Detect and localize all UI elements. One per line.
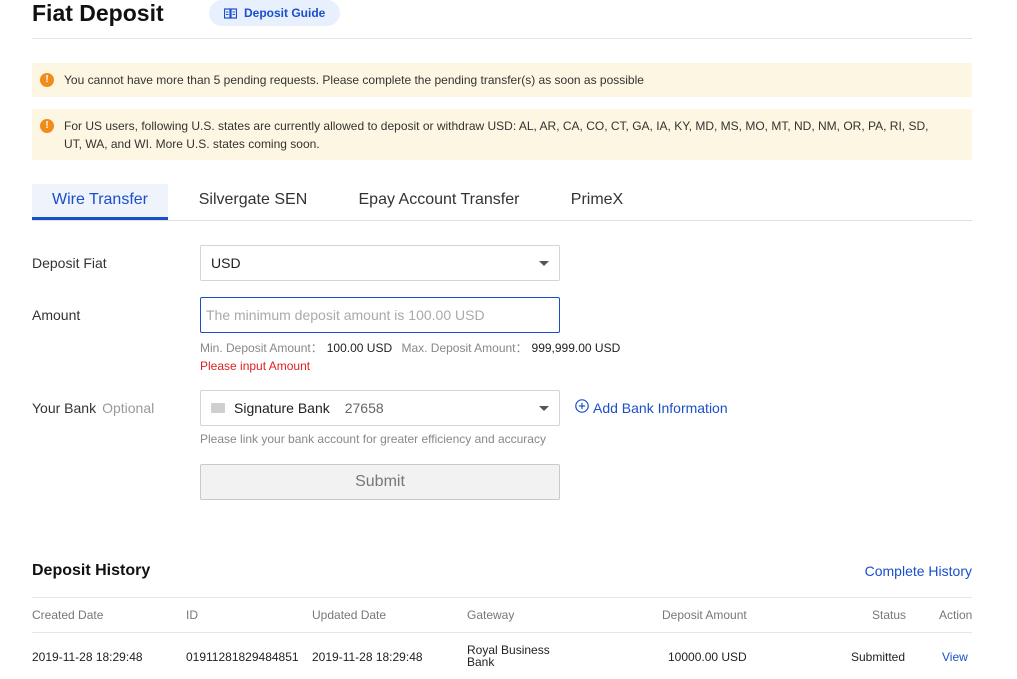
view-link[interactable]: View xyxy=(942,650,968,664)
updated-date-cell: 2019-11-28 18:29:48 xyxy=(312,650,423,664)
amount-limits: Min. Deposit Amount： 100.00 USD Max. Depo… xyxy=(200,339,626,356)
amount-field[interactable] xyxy=(200,297,560,333)
bank-account-number: 27658 xyxy=(344,400,384,416)
amount-label: Amount xyxy=(32,307,81,323)
amount-cell: 10000.00 USD xyxy=(668,650,747,664)
page-header: Fiat Deposit Deposit Guide xyxy=(32,0,972,39)
tab-epay-account-transfer[interactable]: Epay Account Transfer xyxy=(342,184,536,220)
status-cell: Submitted xyxy=(851,650,906,664)
pending-limit-alert: ! You cannot have more than 5 pending re… xyxy=(32,63,972,97)
min-amount-label: Min. Deposit Amount： xyxy=(200,341,323,355)
warning-icon: ! xyxy=(40,119,54,133)
us-states-alert: ! For US users, following U.S. states ar… xyxy=(32,109,972,160)
alert-text: You cannot have more than 5 pending requ… xyxy=(64,73,644,87)
optional-label: Optional xyxy=(102,400,155,416)
gateway-cell: Royal Business Bank xyxy=(467,643,550,669)
add-bank-information-link[interactable]: Add Bank Information xyxy=(575,399,728,416)
deposit-history-title: Deposit History xyxy=(32,562,151,579)
column-gateway: Gateway xyxy=(467,608,515,622)
chevron-down-icon xyxy=(539,261,549,266)
history-table-header: Created Date ID Updated Date Gateway Dep… xyxy=(32,597,972,633)
amount-error: Please input Amount xyxy=(200,359,311,373)
tab-primex[interactable]: PrimeX xyxy=(562,184,632,220)
column-action: Action xyxy=(939,608,973,622)
your-bank-label-text: Your Bank xyxy=(32,400,97,416)
max-amount-value: 999,999.00 USD xyxy=(531,341,621,355)
id-cell: 01911281829484851 xyxy=(186,650,299,664)
min-amount-value: 100.00 USD xyxy=(326,341,393,355)
page-title: Fiat Deposit xyxy=(32,0,164,26)
plus-circle-icon xyxy=(575,399,589,416)
tab-wire-transfer[interactable]: Wire Transfer xyxy=(32,184,168,220)
chevron-down-icon xyxy=(539,406,549,411)
bank-name: Signature Bank xyxy=(234,400,330,416)
bank-card-icon xyxy=(211,403,225,413)
tab-silvergate-sen[interactable]: Silvergate SEN xyxy=(192,184,314,220)
submit-button[interactable]: Submit xyxy=(200,464,560,500)
amount-input[interactable] xyxy=(206,307,554,323)
created-date-cell: 2019-11-28 18:29:48 xyxy=(32,650,143,664)
bank-hint: Please link your bank account for greate… xyxy=(200,432,546,446)
bank-select[interactable]: Signature Bank 27658 xyxy=(200,390,560,426)
column-updated-date: Updated Date xyxy=(312,608,387,622)
deposit-guide-button[interactable]: Deposit Guide xyxy=(209,0,341,26)
deposit-guide-label: Deposit Guide xyxy=(244,6,326,20)
alert-text: For US users, following U.S. states are … xyxy=(64,119,929,151)
add-bank-label: Add Bank Information xyxy=(593,399,728,416)
deposit-fiat-select[interactable]: USD xyxy=(200,245,560,281)
column-deposit-amount: Deposit Amount xyxy=(662,608,747,622)
book-icon xyxy=(224,7,237,19)
your-bank-label: Your Bank Optional xyxy=(32,400,154,416)
deposit-fiat-value: USD xyxy=(211,255,241,271)
transfer-method-tabs: Wire Transfer Silvergate SEN Epay Accoun… xyxy=(32,184,972,221)
warning-icon: ! xyxy=(40,73,54,87)
column-created-date: Created Date xyxy=(32,608,104,622)
deposit-fiat-label: Deposit Fiat xyxy=(32,255,107,271)
column-status: Status xyxy=(872,608,907,622)
table-row: 2019-11-28 18:29:48 01911281829484851 20… xyxy=(32,633,972,679)
complete-history-link[interactable]: Complete History xyxy=(865,563,972,579)
max-amount-label: Max. Deposit Amount： xyxy=(401,341,528,355)
column-id: ID xyxy=(186,608,198,622)
